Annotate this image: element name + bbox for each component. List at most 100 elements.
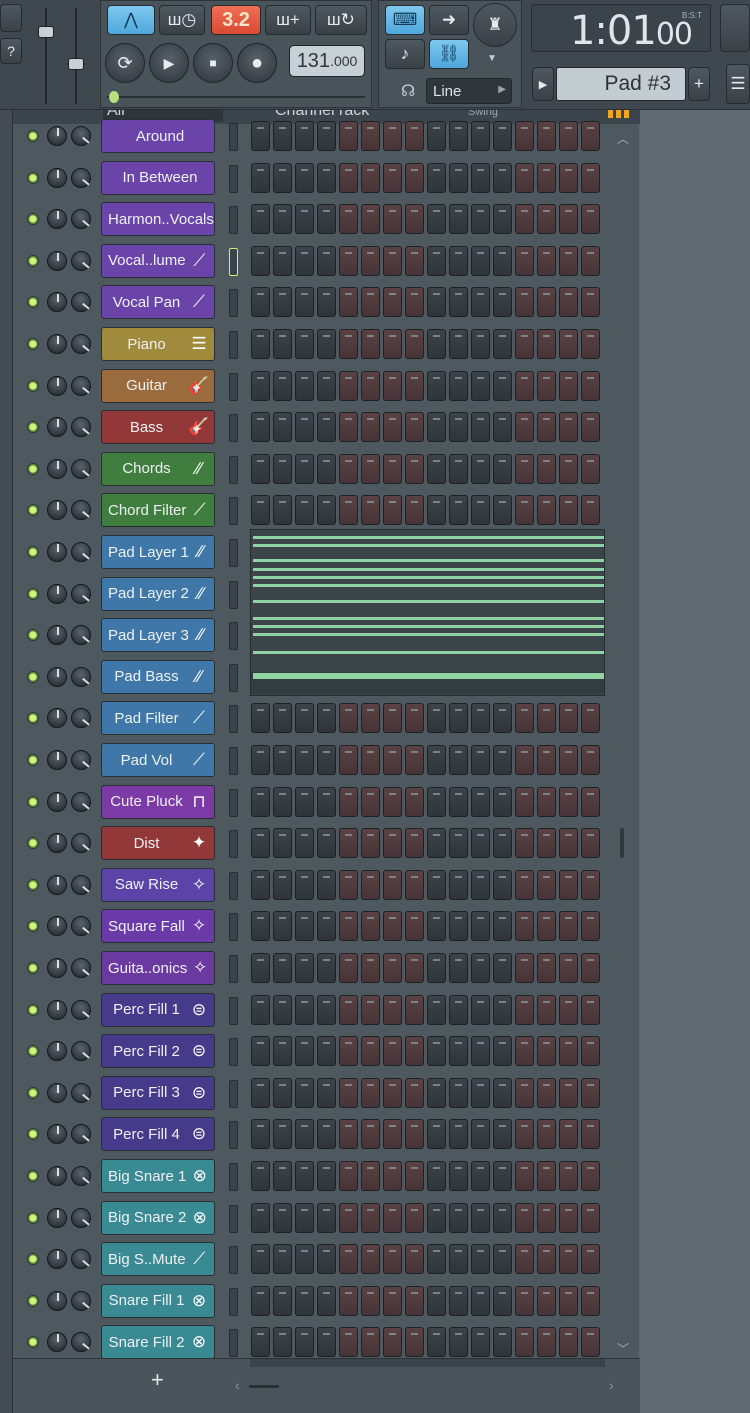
step-button[interactable] — [317, 1077, 336, 1108]
step-button[interactable] — [449, 828, 468, 859]
step-button[interactable] — [427, 703, 446, 734]
step-button[interactable] — [581, 1285, 600, 1316]
step-button[interactable] — [361, 1327, 380, 1358]
step-button[interactable] — [361, 703, 380, 734]
step-button[interactable] — [559, 245, 578, 276]
step-button[interactable] — [273, 162, 292, 193]
step-button[interactable] — [295, 1119, 314, 1150]
step-button[interactable] — [537, 828, 556, 859]
step-button[interactable] — [449, 121, 468, 151]
step-button[interactable] — [515, 1244, 534, 1275]
step-button[interactable] — [339, 745, 358, 775]
step-button[interactable] — [295, 1077, 314, 1108]
step-button[interactable] — [581, 703, 600, 734]
step-button[interactable] — [273, 1077, 292, 1108]
step-button[interactable] — [251, 828, 270, 859]
step-button[interactable] — [295, 1202, 314, 1233]
step-button[interactable] — [273, 869, 292, 900]
channel-button[interactable]: Guitar 🎸 — [101, 368, 215, 403]
step-button[interactable] — [273, 1161, 292, 1191]
step-button[interactable] — [251, 786, 270, 817]
step-button[interactable] — [559, 204, 578, 235]
step-button[interactable] — [449, 869, 468, 900]
step-button[interactable] — [493, 287, 512, 318]
step-button[interactable] — [361, 1077, 380, 1108]
step-button[interactable] — [361, 745, 380, 775]
channel-select-indicator[interactable] — [229, 1204, 238, 1233]
step-button[interactable] — [383, 953, 402, 983]
channel-select-indicator[interactable] — [229, 747, 238, 775]
channel-mute-led[interactable] — [27, 213, 39, 226]
channel-pan-knob[interactable] — [47, 375, 67, 396]
channel-select-indicator[interactable] — [229, 788, 238, 817]
step-button[interactable] — [405, 1036, 424, 1067]
step-button[interactable] — [515, 828, 534, 859]
channel-volume-knob[interactable] — [71, 625, 91, 646]
step-button[interactable] — [251, 953, 270, 983]
channel-button[interactable]: Cute Pluck ⊓ — [101, 784, 215, 819]
step-button[interactable] — [405, 786, 424, 817]
step-button[interactable] — [339, 1327, 358, 1358]
step-button[interactable] — [537, 1036, 556, 1067]
step-button[interactable] — [581, 1202, 600, 1233]
step-button[interactable] — [273, 121, 292, 151]
step-button[interactable] — [427, 370, 446, 401]
step-button[interactable] — [361, 869, 380, 900]
step-button[interactable] — [361, 370, 380, 401]
step-button[interactable] — [361, 1036, 380, 1067]
step-button[interactable] — [405, 994, 424, 1025]
step-button[interactable] — [471, 245, 490, 276]
master-knob[interactable]: ♜ — [473, 3, 517, 47]
channel-pan-knob[interactable] — [47, 791, 67, 812]
step-button[interactable] — [339, 953, 358, 983]
step-button[interactable] — [559, 412, 578, 443]
channel-select-indicator[interactable] — [229, 164, 238, 193]
channel-button[interactable]: Vocal Pan ⟋ — [101, 285, 215, 320]
step-button[interactable] — [361, 911, 380, 942]
step-button[interactable] — [427, 911, 446, 942]
step-button[interactable] — [295, 953, 314, 983]
step-button[interactable] — [449, 703, 468, 734]
step-button[interactable] — [339, 828, 358, 859]
step-button[interactable] — [273, 495, 292, 526]
step-button[interactable] — [317, 703, 336, 734]
step-button[interactable] — [361, 1119, 380, 1150]
step-button[interactable] — [581, 1036, 600, 1067]
step-button[interactable] — [427, 1244, 446, 1275]
step-button[interactable] — [383, 495, 402, 526]
step-button[interactable] — [383, 745, 402, 775]
channel-mute-led[interactable] — [27, 296, 39, 309]
snap-selector[interactable]: Line ▶ — [426, 78, 512, 104]
channel-pan-knob[interactable] — [47, 1166, 67, 1186]
channel-volume-knob[interactable] — [71, 750, 91, 770]
step-button[interactable] — [581, 1161, 600, 1191]
step-button[interactable] — [361, 1285, 380, 1316]
step-button[interactable] — [581, 370, 600, 401]
channel-button[interactable]: Chord Filter ⟋ — [101, 493, 215, 528]
step-button[interactable] — [273, 1244, 292, 1275]
step-button[interactable] — [273, 828, 292, 859]
step-button[interactable] — [405, 1077, 424, 1108]
step-button[interactable] — [493, 994, 512, 1025]
step-button[interactable] — [449, 1202, 468, 1233]
channel-mute-led[interactable] — [27, 1170, 39, 1182]
step-button[interactable] — [581, 994, 600, 1025]
step-button[interactable] — [383, 1119, 402, 1150]
channel-pan-knob[interactable] — [47, 916, 67, 937]
step-button[interactable] — [515, 1327, 534, 1358]
step-button[interactable] — [581, 245, 600, 276]
step-button[interactable] — [339, 786, 358, 817]
channel-mute-led[interactable] — [27, 338, 39, 350]
step-button[interactable] — [361, 953, 380, 983]
step-button[interactable] — [273, 412, 292, 443]
step-button[interactable] — [251, 453, 270, 484]
step-button[interactable] — [537, 453, 556, 484]
step-button[interactable] — [317, 329, 336, 359]
channel-button[interactable]: Perc Fill 2 ⊜ — [101, 1034, 215, 1069]
channel-select-indicator[interactable] — [229, 1329, 238, 1358]
step-button[interactable] — [515, 1202, 534, 1233]
step-button[interactable] — [383, 869, 402, 900]
step-button[interactable] — [339, 1036, 358, 1067]
step-button[interactable] — [295, 1244, 314, 1275]
step-button[interactable] — [537, 1119, 556, 1150]
